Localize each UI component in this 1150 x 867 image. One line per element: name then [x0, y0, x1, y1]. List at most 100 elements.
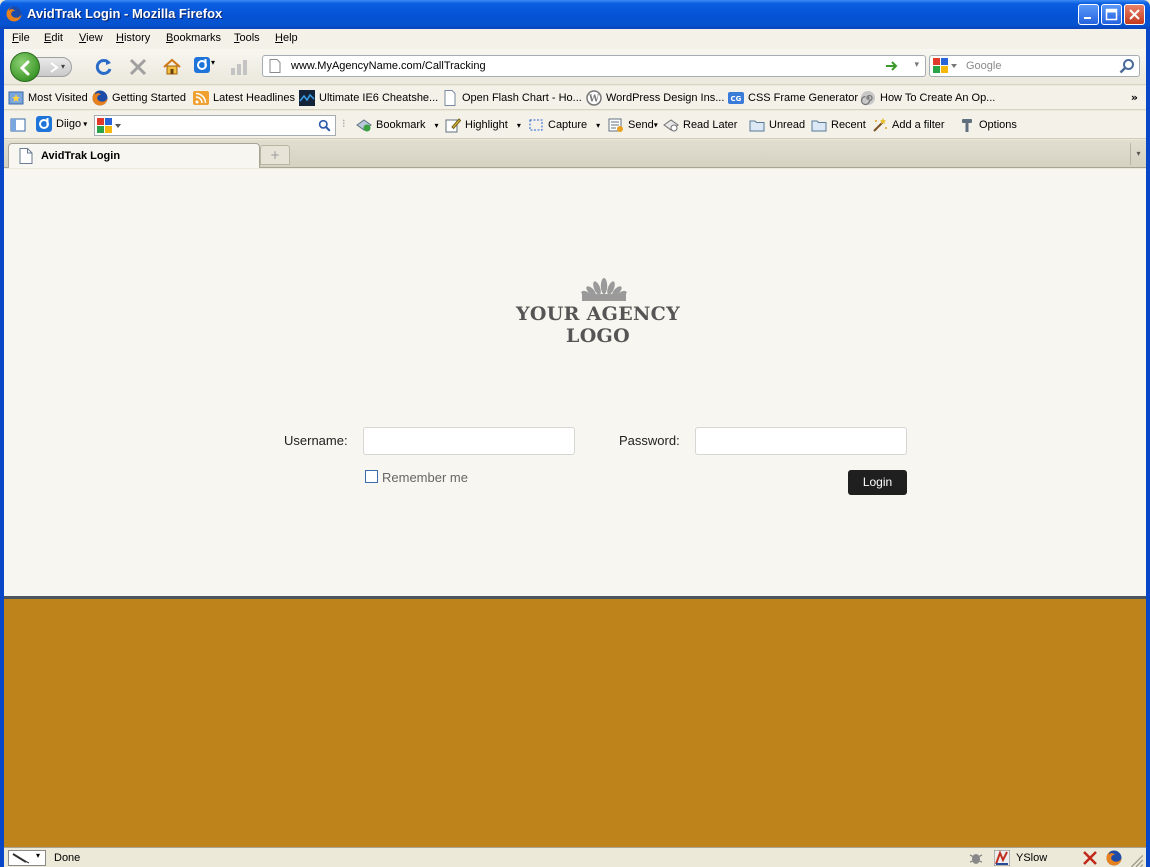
username-label: Username:	[284, 433, 348, 448]
menu-help[interactable]: Help	[275, 32, 298, 44]
rss-icon	[193, 91, 209, 105]
sidebar-toggle-icon[interactable]	[10, 117, 26, 133]
bookmarks-star-icon	[8, 91, 24, 105]
page-content: YOUR AGENCY LOGO Username: Password: Rem…	[4, 169, 1146, 847]
bookmark-ie6-cheatsheet[interactable]: Ultimate IE6 Cheatshe...	[299, 90, 438, 107]
bookmark-open-flash-chart[interactable]: Open Flash Chart - Ho...	[442, 90, 582, 107]
address-bar[interactable]: www.MyAgencyName.com/CallTracking ▾	[262, 55, 926, 77]
add-filter-button[interactable]: Add a filter	[872, 117, 945, 135]
diigo-icon	[194, 57, 210, 73]
back-arrow-icon	[19, 60, 30, 76]
status-tool-button[interactable]: ▾	[8, 850, 46, 866]
new-tab-button[interactable]: +	[260, 145, 290, 165]
send-button[interactable]: Send▾	[608, 117, 658, 135]
bookmark-css-frame-generator[interactable]: CG CSS Frame Generator	[728, 90, 858, 107]
bookmark-most-visited[interactable]: Most Visited	[8, 90, 88, 107]
pen-tool-icon	[12, 853, 30, 864]
agency-logo: YOUR AGENCY LOGO	[488, 277, 708, 347]
login-button[interactable]: Login	[848, 470, 907, 495]
yslow-label[interactable]: YSlow	[1016, 852, 1047, 864]
home-icon[interactable]	[162, 57, 182, 77]
menu-edit[interactable]: Edit	[44, 32, 63, 44]
minimize-icon	[1084, 17, 1091, 19]
go-arrow-icon[interactable]	[885, 59, 899, 73]
url-text[interactable]: www.MyAgencyName.com/CallTracking	[291, 60, 486, 72]
highlight-icon	[445, 118, 461, 133]
diigo-icon	[36, 116, 52, 132]
maximize-icon	[1105, 8, 1118, 21]
folder-icon	[811, 120, 827, 132]
read-later-button[interactable]: Read Later	[663, 117, 737, 135]
history-dropdown-icon[interactable]: ▾	[61, 62, 65, 71]
capture-button[interactable]: Capture ▾	[528, 117, 600, 135]
remember-me-checkbox[interactable]	[365, 470, 378, 483]
send-icon	[608, 118, 623, 132]
minimize-button[interactable]	[1078, 4, 1099, 25]
tab-avidtrak-login[interactable]: AvidTrak Login	[8, 143, 260, 168]
close-icon[interactable]	[1082, 850, 1098, 866]
back-button[interactable]	[10, 52, 40, 82]
bookmark-latest-headlines[interactable]: Latest Headlines	[193, 90, 295, 107]
menu-file[interactable]: File	[12, 32, 30, 44]
page-icon	[444, 90, 456, 106]
menu-tools[interactable]: Tools	[234, 32, 260, 44]
logo-text: YOUR AGENCY LOGO	[516, 303, 680, 347]
firebug-icon[interactable]	[968, 850, 984, 866]
footer-band	[4, 596, 1146, 847]
diigo-menu-button[interactable]: Diigo ▾	[36, 116, 87, 134]
tab-list-button[interactable]: ▾	[1130, 143, 1146, 165]
tab-strip: AvidTrak Login + ▾	[4, 140, 1146, 168]
firefox-icon[interactable]	[1106, 850, 1122, 866]
username-input[interactable]	[363, 427, 575, 455]
bookmark-how-to-create[interactable]: How To Create An Op...	[860, 90, 995, 107]
close-button[interactable]	[1124, 4, 1145, 25]
bookmark-wordpress-design[interactable]: W WordPress Design Ins...	[586, 90, 724, 107]
firefox-icon	[6, 6, 22, 22]
svg-text:W: W	[588, 95, 600, 105]
menu-bookmarks[interactable]: Bookmarks	[166, 32, 221, 44]
bookmark-button[interactable]: Bookmark ▾	[356, 117, 439, 135]
capture-icon	[529, 119, 543, 131]
resize-grip-icon[interactable]	[1128, 852, 1144, 867]
chevron-down-icon: ▾	[1136, 149, 1141, 158]
password-input[interactable]	[695, 427, 907, 455]
yslow-icon[interactable]	[994, 850, 1010, 866]
unread-button[interactable]: Unread	[749, 117, 805, 135]
toolbar-grip: ⁝	[342, 118, 346, 130]
highlight-button[interactable]: Highlight ▾	[445, 117, 521, 135]
password-label: Password:	[619, 433, 680, 448]
google-engine-icon[interactable]	[933, 58, 959, 74]
search-icon[interactable]	[318, 119, 331, 132]
wordpress-icon: W	[586, 90, 602, 106]
stats-bars-icon[interactable]	[229, 57, 249, 77]
reload-icon[interactable]	[94, 57, 114, 77]
bookmarks-overflow-icon[interactable]: »	[1131, 91, 1138, 104]
diigo-search-input[interactable]	[94, 115, 336, 136]
stop-icon[interactable]	[128, 57, 148, 77]
url-dropdown-icon[interactable]: ▾	[914, 60, 919, 70]
menu-view[interactable]: View	[79, 32, 103, 44]
bookmark-getting-started[interactable]: Getting Started	[92, 90, 186, 107]
firefox-icon	[92, 90, 108, 106]
diigo-toolbar: Diigo ▾ ⁝ Bookmark ▾ Highlight ▾ Capture ▾ …	[4, 111, 1146, 139]
maximize-button[interactable]	[1101, 4, 1122, 25]
menu-history[interactable]: History	[116, 32, 150, 44]
remember-me-label[interactable]: Remember me	[382, 470, 468, 485]
bookmark-icon	[356, 119, 372, 132]
read-later-icon	[663, 119, 679, 132]
folder-icon	[749, 120, 765, 132]
page-icon	[269, 59, 281, 73]
options-icon	[962, 119, 972, 132]
search-bar[interactable]: Google	[929, 55, 1140, 77]
options-button[interactable]: Options	[959, 117, 1017, 135]
diigo-button[interactable]: ▾	[194, 57, 218, 77]
bookmarks-toolbar: Most Visited Getting Started Latest Head…	[4, 86, 1146, 110]
search-icon[interactable]	[1119, 58, 1135, 74]
window-frame-right	[1146, 29, 1150, 867]
css-icon: CG	[728, 92, 744, 104]
google-engine-icon[interactable]	[97, 118, 123, 134]
menu-bar: File Edit View History Bookmarks Tools H…	[4, 29, 1146, 49]
recent-button[interactable]: Recent	[811, 117, 866, 135]
status-text: Done	[54, 852, 81, 864]
back-forward-group: ▾	[10, 52, 88, 82]
